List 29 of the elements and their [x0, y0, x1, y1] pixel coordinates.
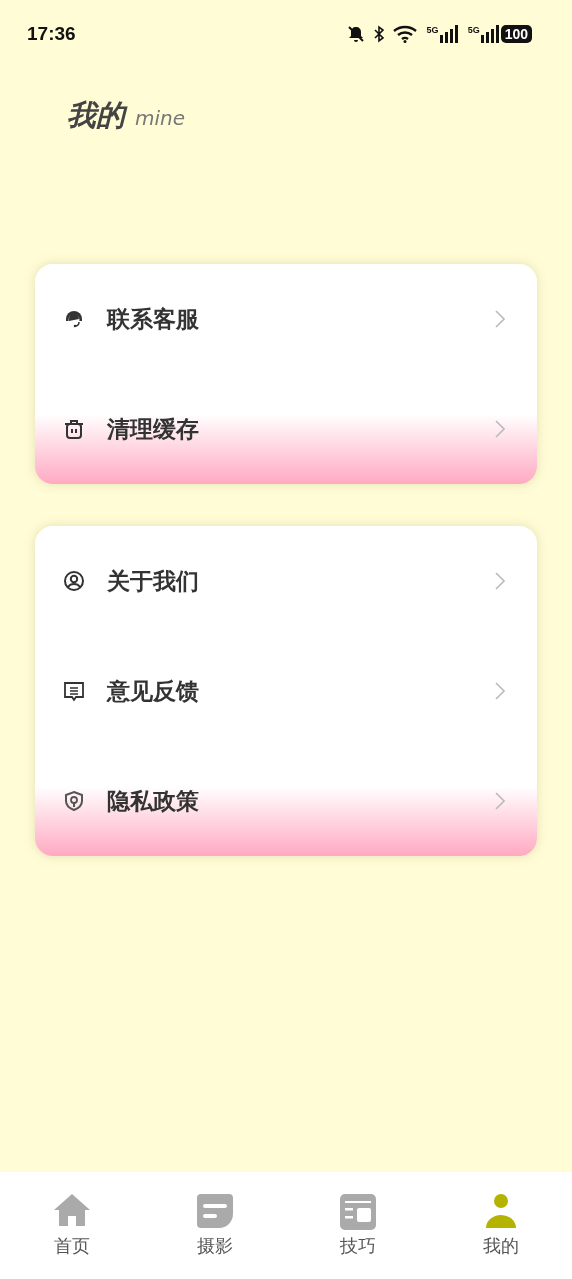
menu-item[interactable]: 关于我们: [35, 526, 537, 636]
network-type: 5G: [467, 25, 480, 35]
battery-indicator: 100: [500, 25, 532, 43]
signal-icon: [480, 25, 501, 43]
menu-item[interactable]: 隐私政策: [35, 746, 537, 856]
trash-icon: [63, 418, 85, 440]
page-subtitle: mine: [135, 106, 186, 130]
user-circle-icon: [63, 570, 85, 592]
tab[interactable]: 我的: [429, 1192, 572, 1279]
article-icon: [337, 1192, 378, 1232]
chevron-right-icon: [495, 572, 505, 590]
bluetooth-icon: [372, 25, 385, 43]
status-time: 17:36: [27, 23, 77, 45]
message-icon: [63, 680, 85, 702]
tab[interactable]: 摄影: [143, 1192, 286, 1279]
signal-icon: [439, 25, 460, 43]
wifi-icon: [392, 25, 419, 43]
menu-item[interactable]: 清理缓存: [35, 374, 537, 484]
chevron-right-icon: [495, 420, 505, 438]
chevron-right-icon: [495, 310, 505, 328]
chevron-right-icon: [495, 792, 505, 810]
network-type: 5G: [426, 25, 439, 35]
menu-item[interactable]: 联系客服: [35, 264, 537, 374]
chevron-right-icon: [495, 682, 505, 700]
shield-icon: [63, 790, 85, 812]
menu-item[interactable]: 意见反馈: [35, 636, 537, 746]
bell-muted-icon: [346, 25, 365, 43]
tab[interactable]: 首页: [0, 1192, 143, 1279]
tab[interactable]: 技巧: [286, 1192, 429, 1279]
